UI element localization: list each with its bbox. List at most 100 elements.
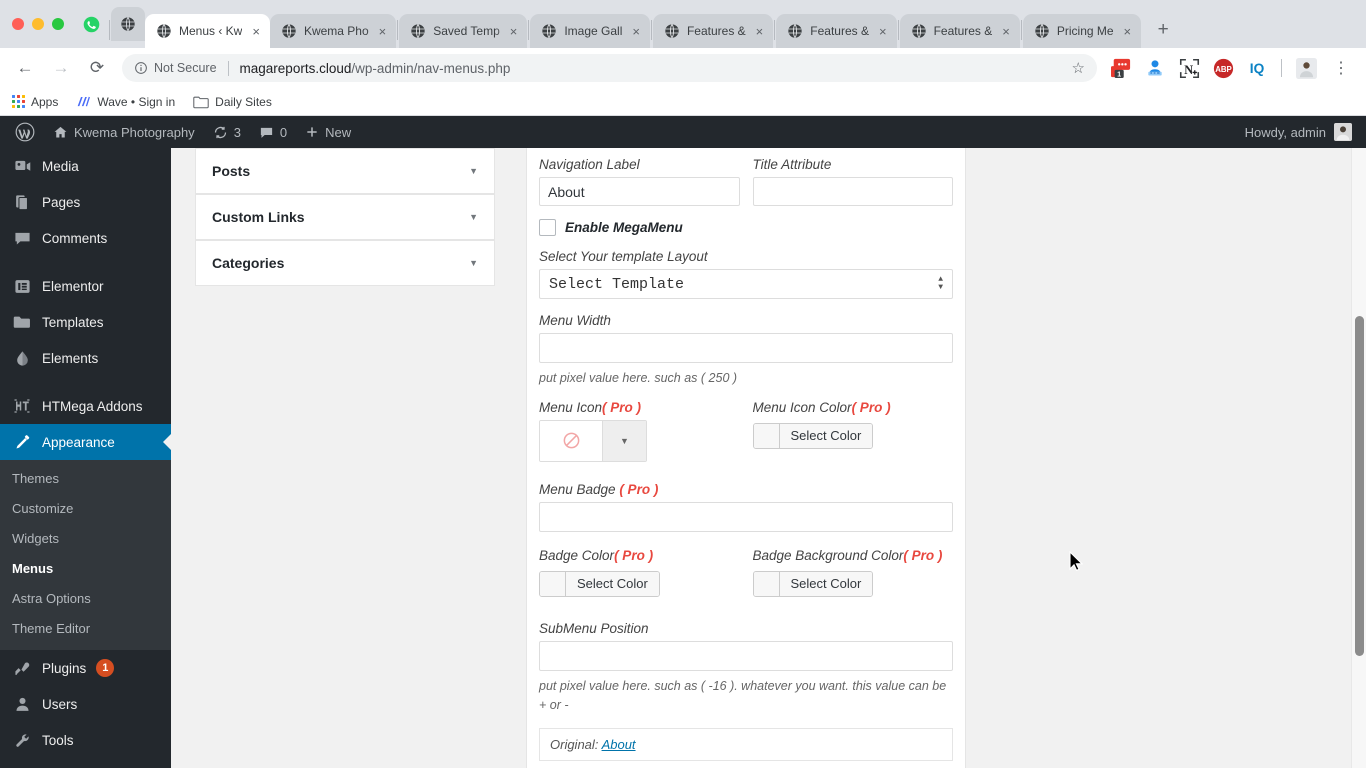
browser-tab[interactable]: Features & × (652, 14, 774, 48)
sidebar-item-plugins[interactable]: Plugins 1 (0, 650, 171, 686)
close-tab-button[interactable]: × (249, 23, 263, 40)
three-dot-menu[interactable]: ⋮ (1324, 51, 1358, 85)
updates-button[interactable]: 3 (204, 116, 250, 148)
title-attribute-input[interactable] (752, 177, 953, 206)
submenu-position-hint: put pixel value here. such as ( -16 ). w… (539, 678, 947, 712)
wp-logo-button[interactable] (6, 116, 44, 148)
sidebar-item-media[interactable]: Media (0, 148, 171, 184)
comments-button[interactable]: 0 (250, 116, 296, 148)
browser-tab[interactable]: Features & × (776, 14, 897, 48)
close-window-button[interactable] (12, 18, 24, 30)
svg-text:N: N (1184, 62, 1193, 76)
menu-icon-field: Menu Icon( Pro ) ▼ (539, 400, 740, 462)
reload-button[interactable]: ⟳ (80, 51, 114, 85)
plus-icon (307, 127, 317, 137)
bookmark-daily-sites[interactable]: Daily Sites (193, 95, 272, 109)
label-row: Navigation Label Title Attribute (539, 157, 953, 206)
bookmark-wave[interactable]: Wave • Sign in (76, 95, 175, 109)
pinned-tab-globe[interactable] (111, 7, 145, 41)
minimize-window-button[interactable] (32, 18, 44, 30)
account-area[interactable]: Howdy, admin (1245, 123, 1354, 141)
close-tab-button[interactable]: × (753, 23, 767, 40)
badge-background-color-picker[interactable]: Select Color (752, 570, 874, 597)
star-icon[interactable]: ☆ (1072, 59, 1085, 77)
forward-button[interactable]: → (44, 51, 78, 85)
browser-tab[interactable]: Kwema Pho × (269, 14, 397, 48)
badge-color-picker[interactable]: Select Color (539, 570, 660, 597)
submenu-item-astra-options[interactable]: Astra Options (0, 584, 171, 614)
adblock-plus-icon[interactable]: ABP (1211, 56, 1235, 80)
enable-megamenu-checkbox[interactable] (539, 219, 556, 236)
template-select[interactable]: Select Template ▲ ▼ (539, 269, 953, 299)
browser-tab[interactable]: Pricing Me × (1022, 14, 1142, 48)
enable-megamenu-row[interactable]: Enable MegaMenu (539, 219, 953, 236)
browser-tab[interactable]: Saved Temp × (399, 14, 528, 48)
close-tab-button[interactable]: × (999, 23, 1013, 40)
maximize-window-button[interactable] (52, 18, 64, 30)
original-link[interactable]: About (602, 737, 636, 752)
iq-extension-icon[interactable]: IQ (1245, 56, 1269, 80)
password-manager-icon[interactable] (1143, 56, 1167, 80)
sidebar-item-pages[interactable]: Pages (0, 184, 171, 220)
chevron-down-icon[interactable]: ▼ (469, 212, 478, 222)
chat-extension-icon[interactable]: 1 (1109, 56, 1133, 80)
chevron-down-icon[interactable]: ▼ (469, 166, 478, 176)
sidebar-item-elementor[interactable]: Elementor (0, 268, 171, 304)
scrollbar-thumb[interactable] (1355, 316, 1364, 656)
menu-width-input[interactable] (539, 333, 953, 363)
tab-separator (650, 20, 652, 40)
sidebar-item-comments[interactable]: Comments (0, 220, 171, 256)
accordion-posts[interactable]: Posts ▼ (195, 148, 495, 194)
submenu-item-theme-editor[interactable]: Theme Editor (0, 614, 171, 644)
tab-separator (774, 20, 776, 40)
original-link-box: Original: About (539, 728, 953, 762)
browser-tab[interactable]: Features & × (899, 14, 1020, 48)
submenu-item-themes[interactable]: Themes (0, 464, 171, 494)
submenu-item-menus[interactable]: Menus (0, 554, 171, 584)
browser-tab[interactable]: Image Gall × (530, 14, 650, 48)
close-tab-button[interactable]: × (1121, 23, 1135, 40)
submenu-position-input[interactable] (539, 640, 953, 671)
address-bar[interactable]: Not Secure magareports.cloud/wp-admin/na… (122, 54, 1097, 82)
chevron-down-icon[interactable]: ▼ (469, 258, 478, 268)
home-icon (54, 126, 67, 137)
accordion-categories[interactable]: Categories ▼ (195, 240, 495, 286)
accordion-custom-links[interactable]: Custom Links ▼ (195, 194, 495, 240)
accordion-header[interactable]: Posts ▼ (196, 149, 494, 193)
site-name-button[interactable]: Kwema Photography (44, 116, 204, 148)
submenu-item-widgets[interactable]: Widgets (0, 524, 171, 554)
close-tab-button[interactable]: × (507, 23, 521, 40)
browser-tab-active[interactable]: Menus ‹ Kw × (145, 14, 270, 48)
tab-title: Menus ‹ Kw (179, 24, 243, 38)
sidebar-item-tools[interactable]: Tools (0, 722, 171, 758)
sidebar-item-appearance[interactable]: Appearance (0, 424, 171, 460)
page-scrollbar[interactable] (1351, 148, 1366, 768)
sidebar-item-elements[interactable]: Elements (0, 340, 171, 376)
accordion-header[interactable]: Categories ▼ (196, 241, 494, 285)
accordion-header[interactable]: Custom Links ▼ (196, 195, 494, 239)
sidebar-item-templates[interactable]: Templates (0, 304, 171, 340)
notion-clipper-icon[interactable]: N (1177, 56, 1201, 80)
close-tab-button[interactable]: × (376, 23, 390, 40)
bookmark-apps[interactable]: Apps (12, 95, 58, 109)
media-icon (12, 158, 32, 175)
menu-badge-input[interactable] (539, 501, 953, 532)
back-button[interactable]: ← (8, 51, 42, 85)
close-tab-button[interactable]: × (876, 23, 890, 40)
menu-icon-picker[interactable]: ▼ (539, 419, 647, 462)
sidebar-item-users[interactable]: Users (0, 686, 171, 722)
navigation-label-input[interactable] (539, 177, 740, 206)
pages-icon (12, 194, 32, 211)
new-tab-button[interactable]: + (1149, 16, 1177, 44)
profile-avatar-icon[interactable] (1294, 56, 1318, 80)
sidebar-item-htmega-addons[interactable]: HTMega Addons (0, 388, 171, 424)
pinned-tab-whatsapp[interactable] (74, 7, 108, 41)
submenu-item-customize[interactable]: Customize (0, 494, 171, 524)
tab-title: Image Gall (564, 24, 623, 38)
new-content-button[interactable]: New (296, 116, 360, 148)
menu-icon-color-picker[interactable]: Select Color (752, 422, 874, 449)
plugins-icon (12, 660, 32, 677)
close-tab-button[interactable]: × (629, 23, 643, 40)
security-indicator[interactable]: Not Secure (134, 61, 217, 75)
chevron-down-icon[interactable]: ▼ (602, 420, 646, 461)
